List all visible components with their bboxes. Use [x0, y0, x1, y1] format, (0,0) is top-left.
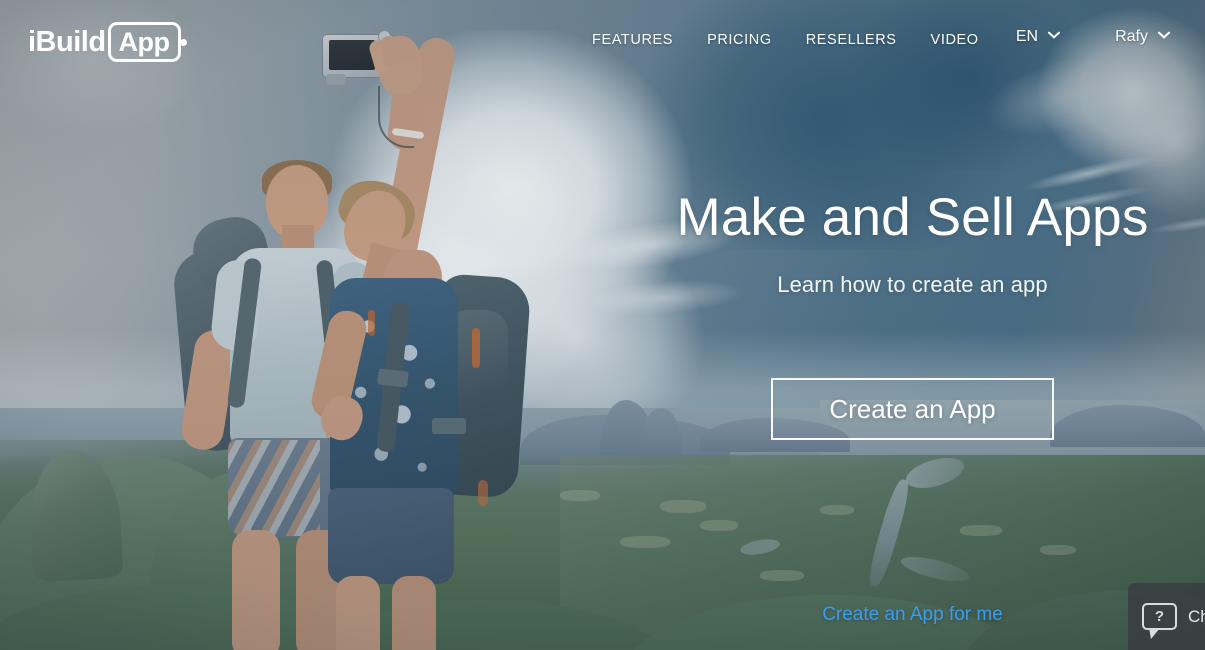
woman-strap-buckle-2 — [432, 418, 466, 434]
user-name-label: Rafy — [1115, 28, 1148, 45]
logo-text: iBuild — [28, 25, 106, 58]
chat-widget[interactable]: ? Ch — [1128, 583, 1205, 650]
nav-item-resellers[interactable]: RESELLERS — [789, 32, 914, 48]
header-right-controls: EN Rafy — [1016, 28, 1205, 46]
create-an-app-button[interactable]: Create an App — [771, 378, 1054, 440]
woman-left-leg — [336, 576, 380, 650]
primary-navigation: FEATURES PRICING RESELLERS VIDEO — [575, 32, 996, 48]
woman-pack-orange-trim-2 — [368, 310, 375, 336]
woman-right-leg — [392, 576, 436, 650]
user-account-menu[interactable]: Rafy — [1115, 28, 1170, 46]
camera-wrist-strap — [378, 86, 414, 148]
chat-widget-label: Ch — [1188, 606, 1205, 626]
secondary-link-container: Create an App for me — [620, 604, 1205, 626]
field-patch-7 — [1040, 545, 1076, 555]
man-left-leg — [232, 530, 280, 650]
site-header: iBuild App FEATURES PRICING RESELLERS VI… — [0, 0, 1205, 84]
logo-device-text: App — [118, 26, 170, 57]
woman-strap-buckle-1 — [377, 368, 409, 388]
hero-copy-block: Make and Sell Apps Learn how to create a… — [620, 190, 1205, 298]
field-patch-5 — [960, 525, 1002, 536]
man-shorts-stripes — [228, 440, 320, 536]
nav-item-video[interactable]: VIDEO — [914, 32, 996, 48]
site-logo[interactable]: iBuild App — [28, 22, 187, 62]
chevron-down-icon — [1047, 33, 1060, 41]
cta-container: Create an App — [620, 378, 1205, 440]
chat-bubble-question-icon: ? — [1142, 603, 1177, 639]
nav-item-pricing[interactable]: PRICING — [690, 32, 789, 48]
language-selector[interactable]: EN — [1016, 28, 1060, 46]
chat-bubble-question-glyph: ? — [1154, 607, 1165, 625]
hero-subtitle: Learn how to create an app — [777, 271, 1048, 297]
woman-denim-shorts — [328, 488, 454, 584]
create-an-app-for-me-link[interactable]: Create an App for me — [822, 604, 1003, 626]
field-patch-8 — [760, 570, 804, 581]
woman-pack-orange-trim-3 — [478, 480, 488, 506]
language-label: EN — [1015, 28, 1039, 45]
field-patch-4 — [820, 505, 854, 515]
logo-home-button-dot — [179, 38, 187, 46]
chevron-down-icon — [1157, 33, 1170, 41]
field-patch-2 — [700, 520, 738, 531]
nav-item-features[interactable]: FEATURES — [575, 32, 690, 48]
field-patch-6 — [560, 490, 600, 501]
field-patch-1 — [660, 500, 706, 513]
field-patch-3 — [620, 536, 670, 548]
page-title: Make and Sell Apps — [676, 188, 1149, 247]
tablet-device-outline-icon: App — [107, 22, 181, 62]
woman-pack-orange-trim-1 — [472, 328, 480, 368]
hero-background-image — [0, 0, 1205, 650]
